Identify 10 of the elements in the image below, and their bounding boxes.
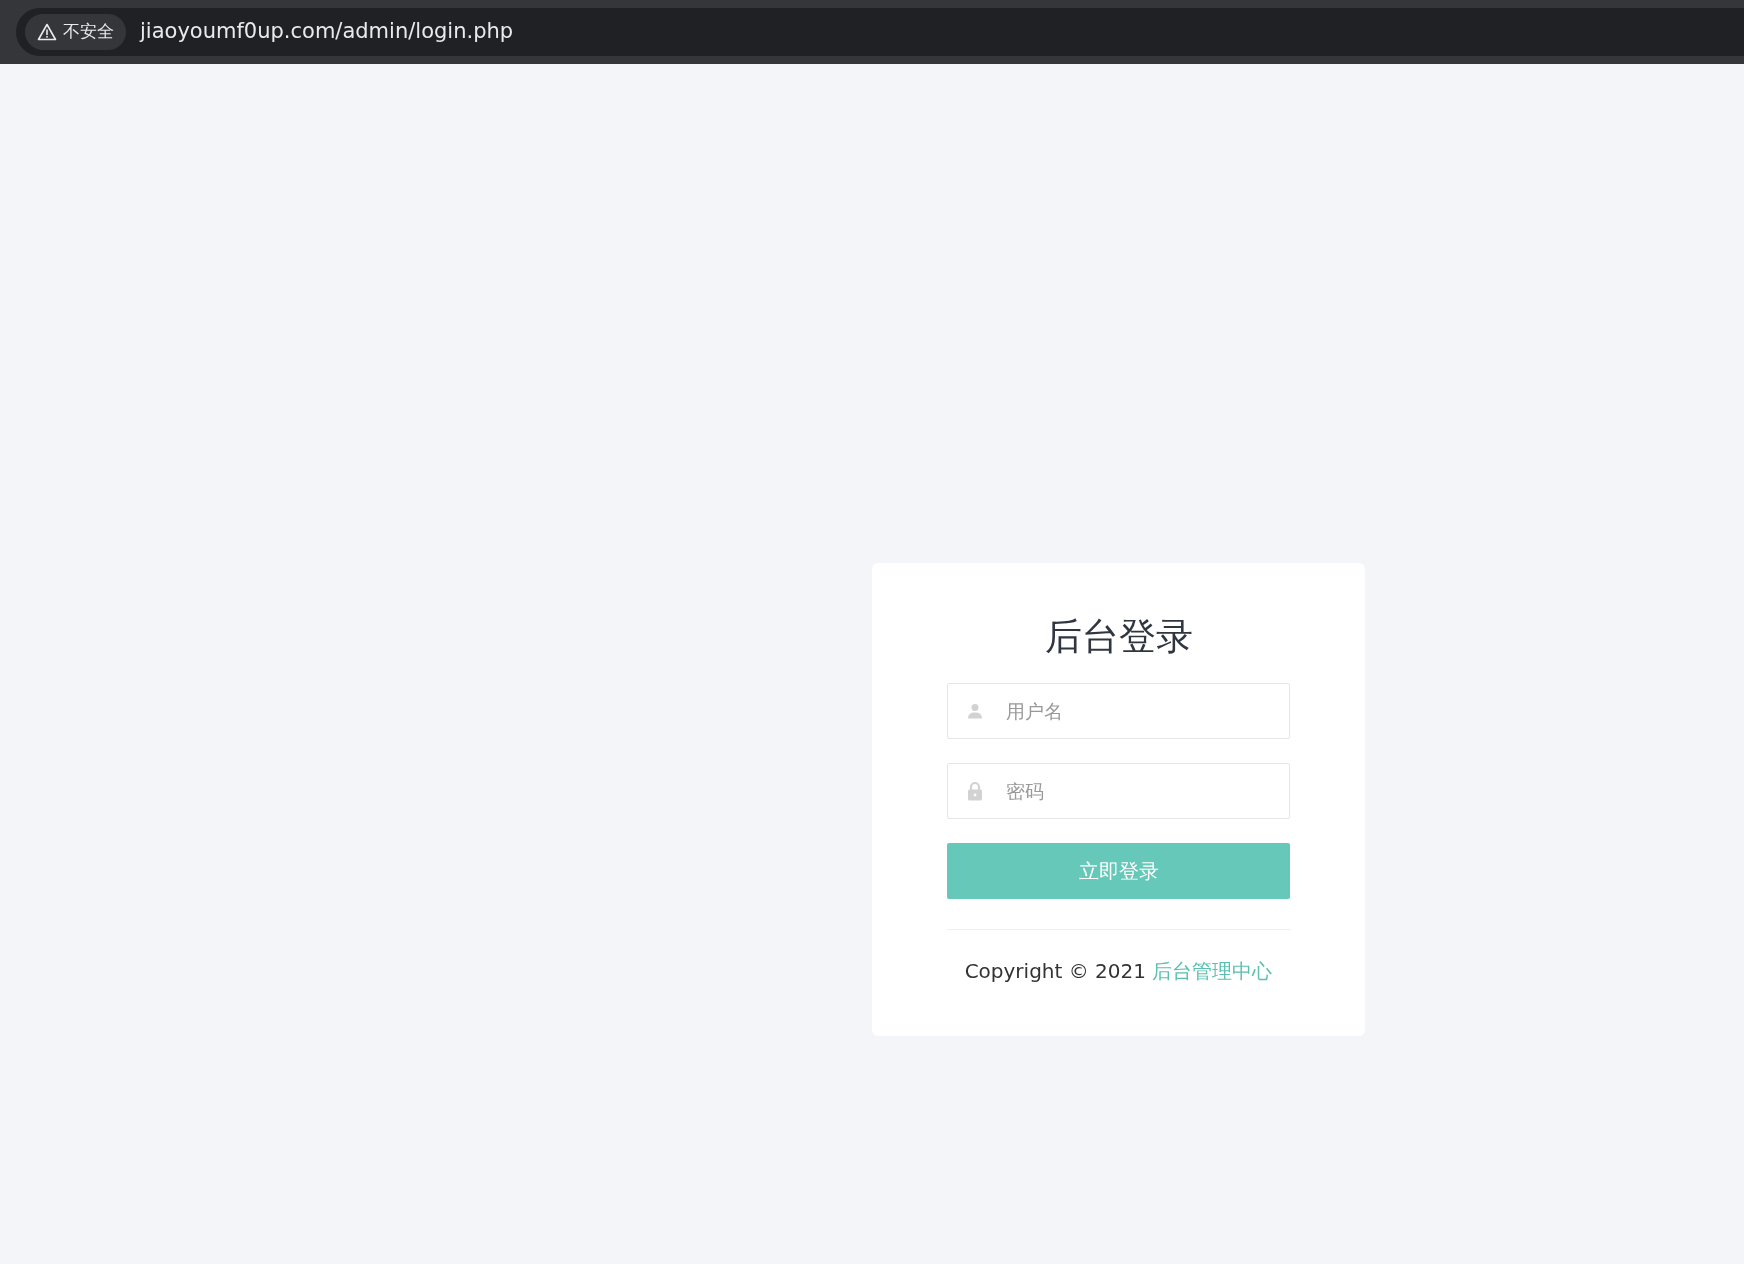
user-icon	[967, 703, 983, 720]
copyright-text: Copyright © 2021 后台管理中心	[963, 958, 1274, 986]
address-url[interactable]: jiaoyoumf0up.com/admin/login.php	[140, 16, 514, 48]
security-label: 不安全	[63, 20, 114, 44]
login-title: 后台登录	[1043, 615, 1194, 660]
lock-icon	[967, 781, 983, 802]
security-chip[interactable]: 不安全	[25, 14, 126, 50]
warning-icon	[37, 23, 57, 41]
password-field[interactable]: 密码	[947, 763, 1290, 820]
username-field[interactable]: 用户名	[947, 683, 1290, 740]
